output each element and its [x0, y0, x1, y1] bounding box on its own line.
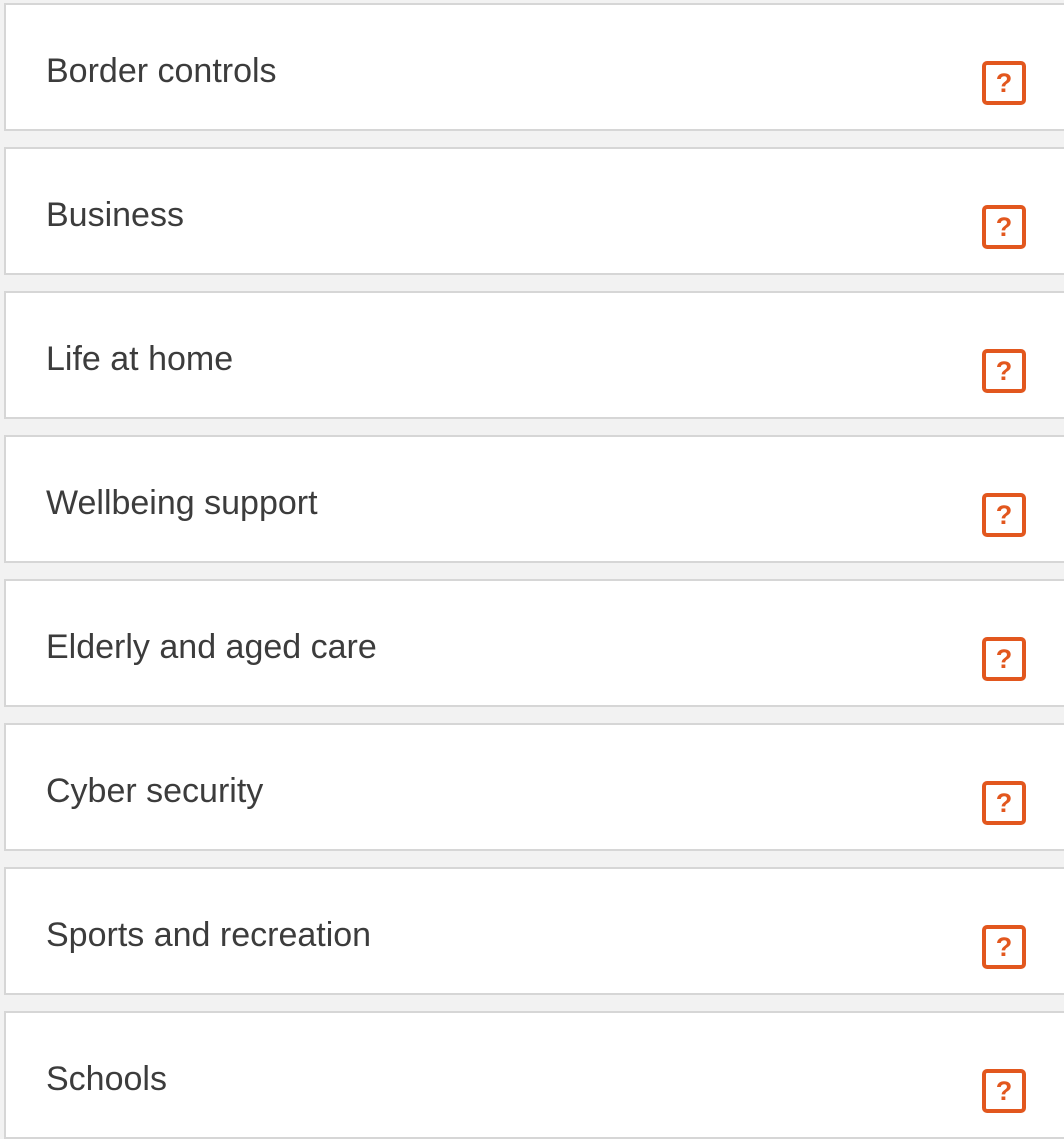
- topic-label: Cyber security: [46, 772, 264, 810]
- topic-item-elderly-and-aged-care[interactable]: Elderly and aged care ?: [4, 579, 1064, 707]
- topic-label: Border controls: [46, 52, 277, 90]
- question-mark-glyph: ?: [995, 787, 1013, 818]
- question-mark-glyph: ?: [995, 211, 1013, 242]
- question-mark-icon[interactable]: ?: [982, 1069, 1026, 1113]
- topic-item-business[interactable]: Business ?: [4, 147, 1064, 275]
- topic-list: Border controls ? Business ? Life at hom…: [0, 0, 1064, 1139]
- topic-label: Business: [46, 196, 184, 234]
- topic-item-cyber-security[interactable]: Cyber security ?: [4, 723, 1064, 851]
- topic-label: Elderly and aged care: [46, 628, 377, 666]
- question-mark-icon[interactable]: ?: [982, 637, 1026, 681]
- question-mark-icon[interactable]: ?: [982, 205, 1026, 249]
- topic-label: Schools: [46, 1060, 167, 1098]
- question-mark-icon[interactable]: ?: [982, 493, 1026, 537]
- question-mark-glyph: ?: [995, 355, 1013, 386]
- question-mark-glyph: ?: [995, 643, 1013, 674]
- topic-item-schools[interactable]: Schools ?: [4, 1011, 1064, 1139]
- topic-item-wellbeing-support[interactable]: Wellbeing support ?: [4, 435, 1064, 563]
- question-mark-icon[interactable]: ?: [982, 61, 1026, 105]
- question-mark-icon[interactable]: ?: [982, 781, 1026, 825]
- topic-item-sports-and-recreation[interactable]: Sports and recreation ?: [4, 867, 1064, 995]
- question-mark-icon[interactable]: ?: [982, 349, 1026, 393]
- topic-item-border-controls[interactable]: Border controls ?: [4, 3, 1064, 131]
- question-mark-glyph: ?: [995, 499, 1013, 530]
- question-mark-glyph: ?: [995, 931, 1013, 962]
- question-mark-glyph: ?: [995, 67, 1013, 98]
- topic-label: Wellbeing support: [46, 484, 318, 522]
- topic-label: Sports and recreation: [46, 916, 372, 954]
- question-mark-glyph: ?: [995, 1075, 1013, 1106]
- question-mark-icon[interactable]: ?: [982, 925, 1026, 969]
- topic-label: Life at home: [46, 340, 234, 378]
- topic-item-life-at-home[interactable]: Life at home ?: [4, 291, 1064, 419]
